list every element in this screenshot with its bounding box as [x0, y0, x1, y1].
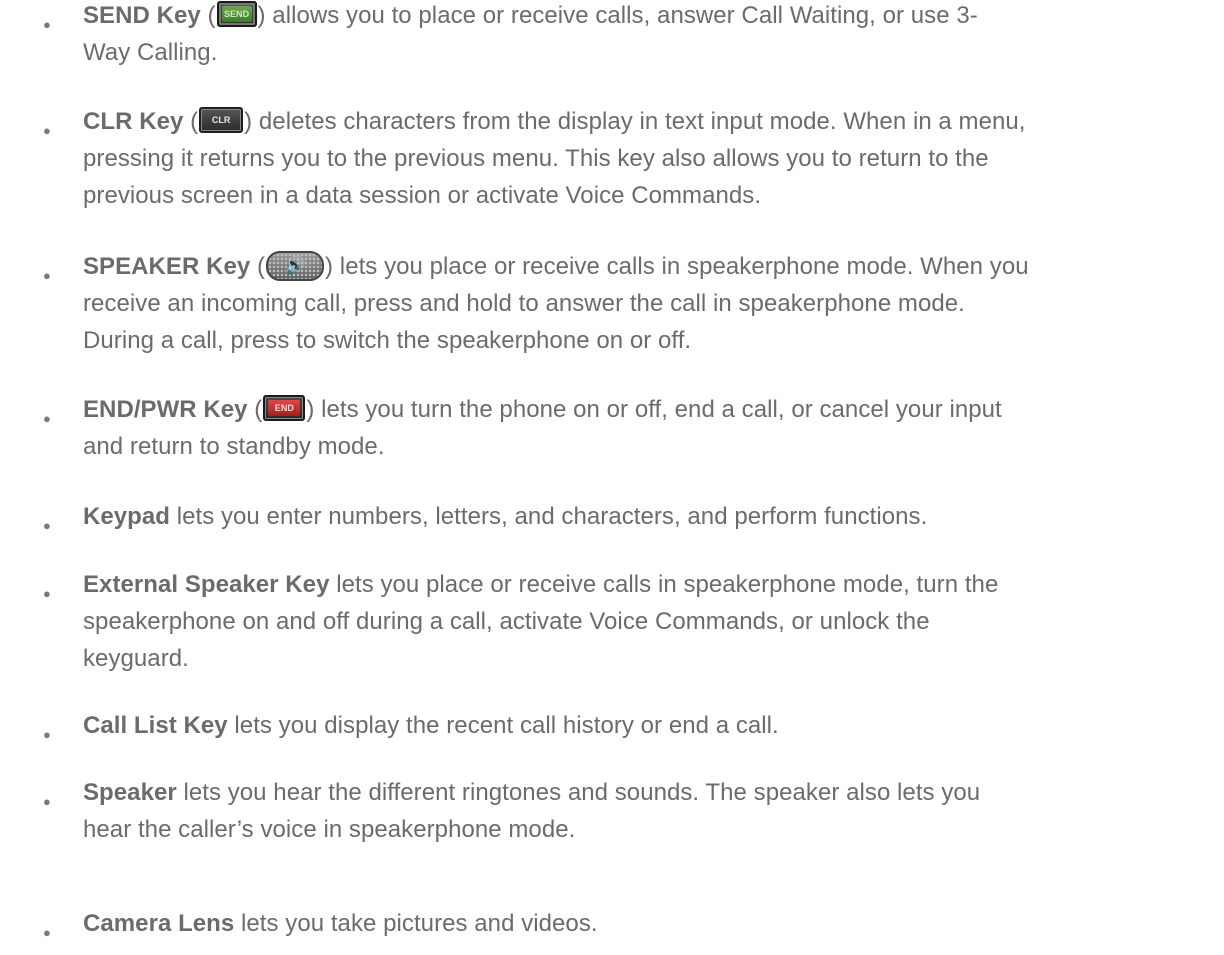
bullet: ● [43, 17, 51, 32]
bullet: ● [43, 268, 51, 283]
term-end-pwr-key: END/PWR Key [83, 396, 248, 423]
bullet: ● [43, 123, 51, 138]
term-keypad: Keypad [83, 503, 170, 530]
term-clr-key: CLR Key [83, 108, 184, 135]
end-pwr-key-desc-line-1: ) lets you turn the phone on or off, end… [306, 396, 1002, 423]
term-camera-lens: Camera Lens [83, 910, 235, 937]
speaker-key-desc-line-1: ) lets you place or receive calls in spe… [325, 253, 1029, 280]
bullet: ● [43, 794, 51, 809]
speaker-key-icon: 🔊 [266, 251, 325, 281]
speaker-desc-line-1: lets you hear the different ringtones an… [176, 779, 981, 806]
speaker-desc-line-2: hear the caller’s voice in speakerphone … [83, 816, 576, 843]
clr-key-desc-line-3: previous screen in a data session or act… [83, 182, 762, 209]
bullet: ● [43, 586, 51, 601]
term-send-key: SEND Key [83, 2, 201, 29]
clr-key-desc-line-1: ) deletes characters from the display in… [244, 108, 1026, 135]
camera-lens-desc-line-1: lets you take pictures and videos. [234, 910, 598, 937]
bullet: ● [43, 518, 51, 533]
clr-key-desc-line-2: pressing it returns you to the previous … [83, 145, 989, 172]
bullet: ● [43, 925, 51, 940]
send-key-icon: SEND [216, 1, 257, 27]
term-external-speaker-key: External Speaker Key [83, 571, 330, 598]
paren-open: ( [200, 2, 216, 29]
end-power-key-icon: END [263, 395, 306, 421]
term-speaker: Speaker [83, 779, 177, 806]
speaker-key-desc-line-3: During a call, press to switch the speak… [83, 327, 692, 354]
term-speaker-key: SPEAKER Key [83, 253, 251, 280]
external-speaker-key-desc-line-2: speakerphone on and off during a call, a… [83, 608, 930, 635]
paren-open: ( [183, 108, 199, 135]
send-key-desc-line-2: Way Calling. [83, 39, 218, 66]
paren-open: ( [247, 396, 263, 423]
speaker-key-desc-line-2: receive an incoming call, press and hold… [83, 290, 965, 317]
keypad-desc-line-1: lets you enter numbers, letters, and cha… [170, 503, 928, 530]
end-pwr-key-desc-line-2: and return to standby mode. [83, 433, 385, 460]
term-call-list-key: Call List Key [83, 712, 228, 739]
call-list-key-desc-line-1: lets you display the recent call history… [227, 712, 779, 739]
external-speaker-key-desc-line-3: keyguard. [83, 645, 189, 672]
bullet: ● [43, 411, 51, 426]
bullet: ● [43, 727, 51, 742]
paren-open: ( [250, 253, 266, 280]
send-key-desc-line-1: ) allows you to place or receive calls, … [257, 2, 978, 29]
external-speaker-key-desc-line-1: lets you place or receive calls in speak… [329, 571, 999, 598]
clr-key-icon: CLR [199, 107, 244, 133]
